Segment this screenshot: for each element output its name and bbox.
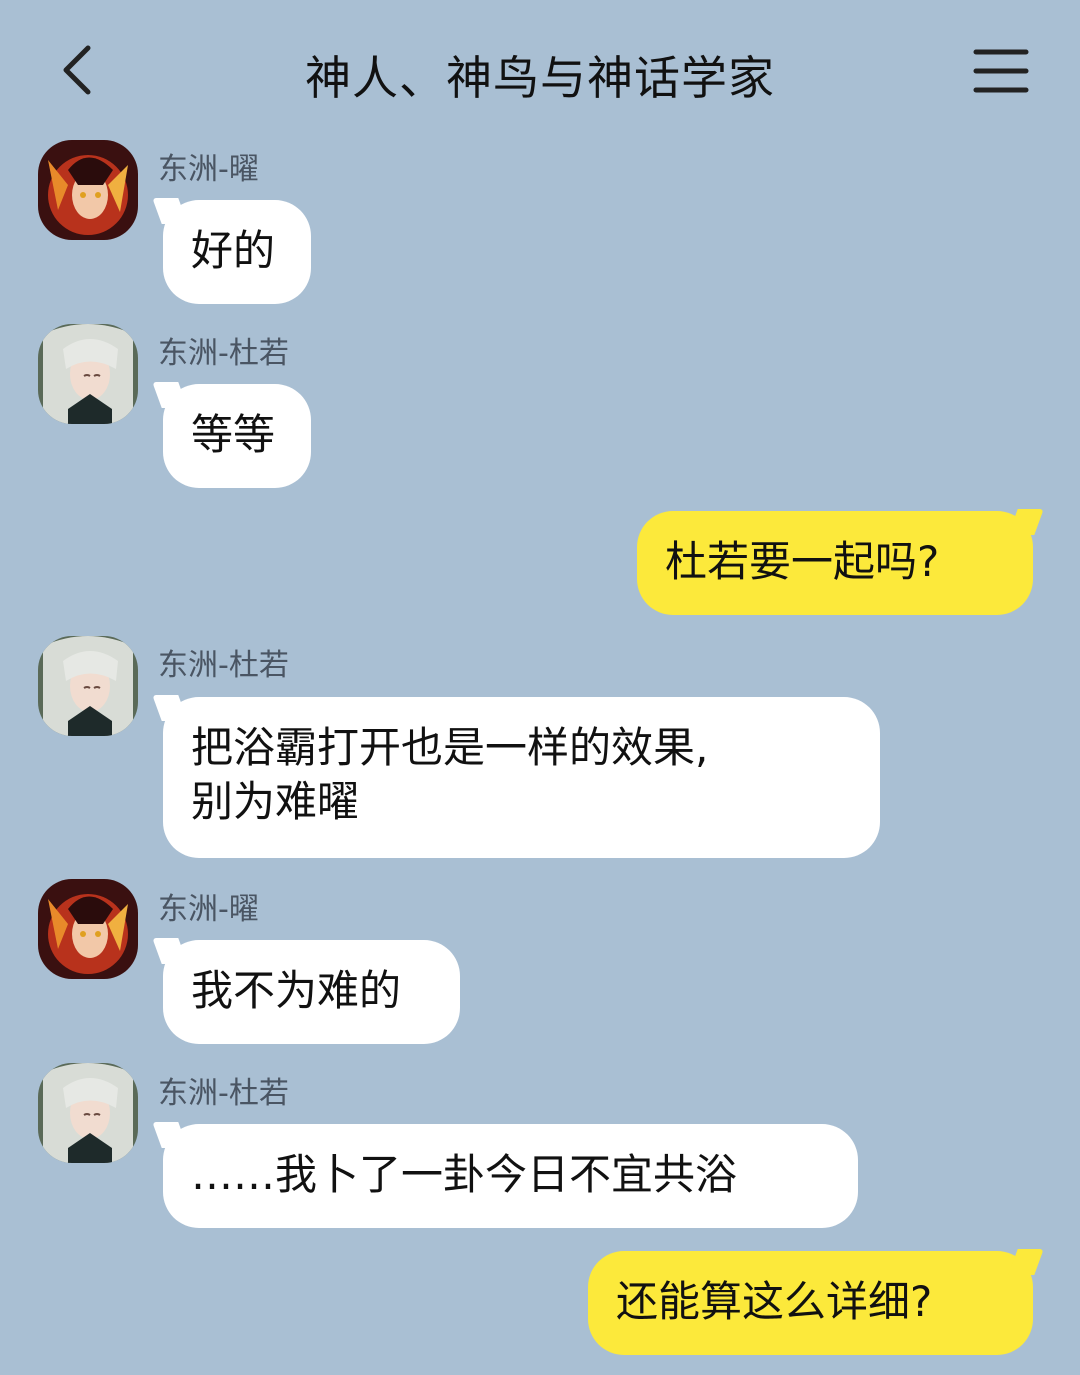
chat-header: 神人、神鸟与神话学家: [0, 0, 1080, 140]
sender-name: 东洲-杜若: [158, 336, 289, 371]
chat-screen: 神人、神鸟与神话学家 东洲-曜 好的 东洲-杜若 等等 杜若要一起吗? 东洲-杜…: [0, 0, 1080, 1375]
avatar-duruo[interactable]: [38, 636, 138, 736]
avatar-duruo[interactable]: [38, 324, 138, 424]
avatar-duruo[interactable]: [38, 1063, 138, 1163]
menu-button[interactable]: [970, 44, 1032, 98]
message-bubble-sent[interactable]: 还能算这么详细?: [588, 1251, 1033, 1355]
message-bubble[interactable]: 等等: [163, 384, 311, 488]
message-bubble[interactable]: 好的: [163, 200, 311, 304]
menu-icon: [973, 49, 1029, 93]
chat-title: 神人、神鸟与神话学家: [305, 51, 775, 105]
message-bubble[interactable]: 我不为难的: [163, 940, 460, 1044]
avatar-yao[interactable]: [38, 140, 138, 240]
sender-name: 东洲-曜: [158, 892, 259, 927]
sender-name: 东洲-杜若: [158, 1076, 289, 1111]
message-bubble[interactable]: 把浴霸打开也是一样的效果, 别为难曜: [163, 697, 880, 858]
message-bubble[interactable]: ……我卜了一卦今日不宜共浴: [163, 1124, 858, 1228]
sender-name: 东洲-杜若: [158, 648, 289, 683]
avatar-yao[interactable]: [38, 879, 138, 979]
message-bubble-sent[interactable]: 杜若要一起吗?: [637, 511, 1033, 615]
sender-name: 东洲-曜: [158, 152, 259, 187]
